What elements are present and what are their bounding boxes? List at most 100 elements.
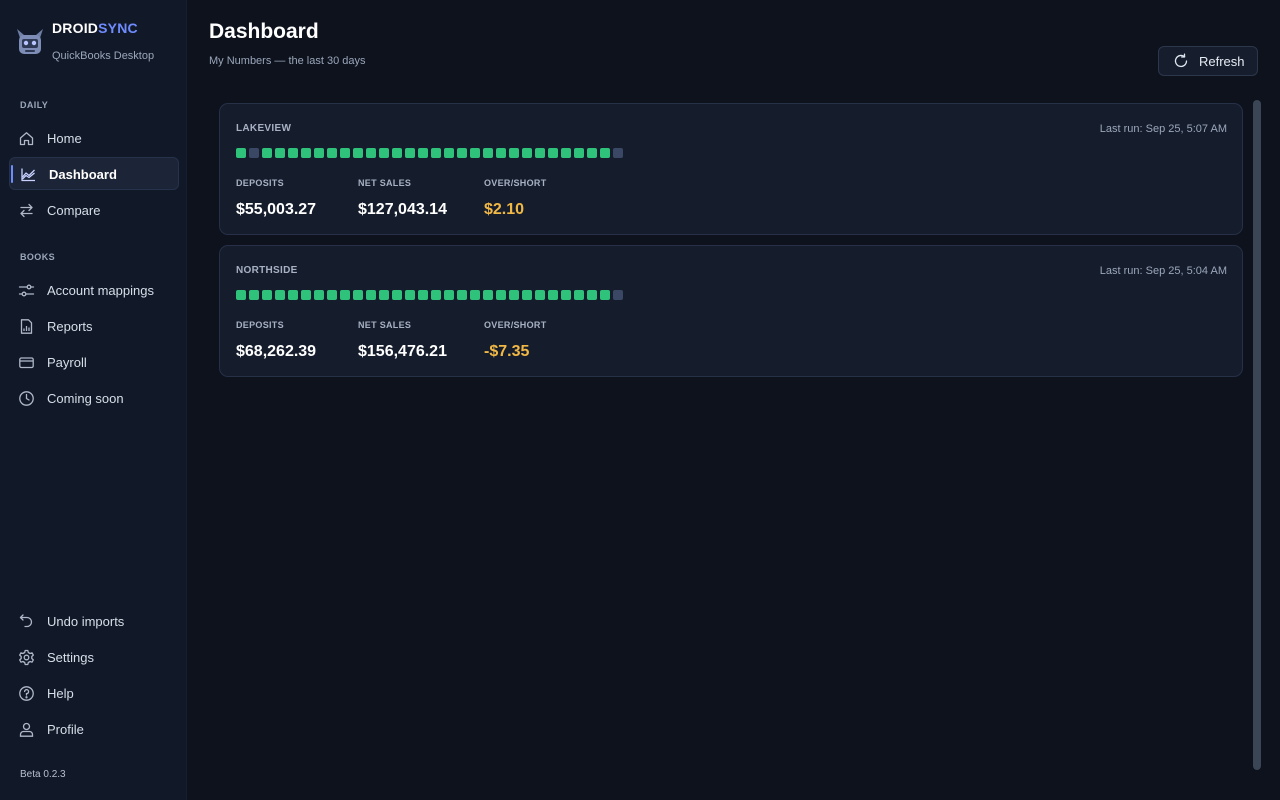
sidebar-item-profile[interactable]: Profile (8, 713, 178, 746)
day-status-ok (327, 148, 337, 158)
stat-label: OVER/SHORT (484, 320, 547, 330)
day-status-ok (600, 290, 610, 300)
day-status-ok (496, 290, 506, 300)
day-status-ok (522, 148, 532, 158)
sidebar-item-label: Account mappings (47, 283, 154, 298)
day-status-ok (288, 290, 298, 300)
sidebar-item-payroll[interactable]: Payroll (8, 346, 178, 379)
sidebar-item-coming-soon[interactable]: Coming soon (8, 382, 178, 415)
sidebar-item-undo-imports[interactable]: Undo imports (8, 605, 178, 638)
stat-label: DEPOSITS (236, 320, 284, 330)
sidebar-item-label: Home (47, 131, 82, 146)
day-status-ok (379, 148, 389, 158)
daily-status-strip (236, 148, 623, 158)
day-status-ok (288, 148, 298, 158)
refresh-button[interactable]: Refresh (1158, 46, 1258, 76)
sliders-icon (18, 282, 35, 299)
day-status-ok (587, 148, 597, 158)
day-status-missing (613, 290, 623, 300)
day-status-ok (457, 290, 467, 300)
day-status-ok (236, 290, 246, 300)
day-status-ok (509, 290, 519, 300)
deposits-value: $68,262.39 (236, 343, 317, 360)
over-short-stat: OVER/SHORT -$7.35 (484, 320, 547, 361)
last-run-timestamp: Last run: Sep 25, 5:04 AM (1099, 265, 1227, 277)
day-status-ok (353, 290, 363, 300)
day-status-ok (262, 290, 272, 300)
day-status-ok (496, 148, 506, 158)
sidebar-item-home[interactable]: Home (8, 122, 178, 155)
sidebar-item-label: Payroll (47, 355, 87, 370)
sidebar-item-label: Coming soon (47, 391, 124, 406)
brand-subtitle: QuickBooks Desktop (52, 50, 155, 62)
card-icon (18, 354, 35, 371)
sidebar: DROIDSYNC QuickBooks Desktop DAILY Home … (0, 0, 187, 800)
sidebar-item-help[interactable]: Help (8, 677, 178, 710)
day-status-ok (561, 290, 571, 300)
net-sales-value: $127,043.14 (358, 201, 447, 218)
net-sales-value: $156,476.21 (358, 343, 447, 360)
brand-name-accent: SYNC (98, 20, 138, 36)
undo-icon (18, 613, 35, 630)
clock-icon (18, 390, 35, 407)
sidebar-item-account-mappings[interactable]: Account mappings (8, 274, 178, 307)
day-status-ok (600, 148, 610, 158)
day-status-ok (444, 290, 454, 300)
day-status-ok (301, 290, 311, 300)
day-status-ok (535, 148, 545, 158)
day-status-ok (392, 290, 402, 300)
day-status-ok (431, 290, 441, 300)
day-status-ok (314, 148, 324, 158)
store-name: LAKEVIEW (236, 123, 292, 134)
sidebar-item-settings[interactable]: Settings (8, 641, 178, 674)
sidebar-item-label: Undo imports (47, 614, 125, 629)
day-status-ok (236, 148, 246, 158)
brand[interactable]: DROIDSYNC QuickBooks Desktop (14, 18, 184, 68)
page-title: Dashboard (209, 20, 319, 43)
store-card-lakeview: LAKEVIEW Last run: Sep 25, 5:07 AM DEPOS… (219, 103, 1243, 235)
day-status-ok (470, 290, 480, 300)
stat-label: NET SALES (358, 320, 412, 330)
day-status-ok (275, 148, 285, 158)
day-status-ok (340, 148, 350, 158)
day-status-ok (275, 290, 285, 300)
daily-status-strip (236, 290, 623, 300)
refresh-icon (1173, 53, 1189, 69)
day-status-ok (327, 290, 337, 300)
sidebar-item-compare[interactable]: Compare (8, 194, 178, 227)
day-status-ok (483, 148, 493, 158)
store-card-northside: NORTHSIDE Last run: Sep 25, 5:04 AM DEPO… (219, 245, 1243, 377)
day-status-ok (483, 290, 493, 300)
sidebar-item-label: Help (47, 686, 74, 701)
sidebar-item-label: Reports (47, 319, 93, 334)
deposits-stat: DEPOSITS $68,262.39 (236, 320, 316, 361)
day-status-ok (457, 148, 467, 158)
day-status-ok (522, 290, 532, 300)
over-short-stat: OVER/SHORT $2.10 (484, 178, 547, 219)
stat-label: OVER/SHORT (484, 178, 547, 188)
sidebar-item-dashboard[interactable]: Dashboard (9, 157, 179, 190)
swap-icon (18, 202, 35, 219)
day-status-ok (262, 148, 272, 158)
day-status-missing (613, 148, 623, 158)
report-icon (18, 318, 35, 335)
day-status-ok (418, 290, 428, 300)
scrollbar[interactable] (1253, 100, 1261, 770)
help-icon (18, 685, 35, 702)
sidebar-item-label: Dashboard (49, 167, 117, 182)
day-status-ok (535, 290, 545, 300)
store-name: NORTHSIDE (236, 265, 298, 276)
day-status-ok (366, 148, 376, 158)
day-status-missing (249, 148, 259, 158)
day-status-ok (587, 290, 597, 300)
brand-name-primary: DROID (52, 20, 99, 36)
page-subtitle: My Numbers — the last 30 days (209, 55, 366, 67)
day-status-ok (509, 148, 519, 158)
day-status-ok (366, 290, 376, 300)
chart-icon (20, 166, 37, 183)
gear-icon (18, 649, 35, 666)
day-status-ok (353, 148, 363, 158)
refresh-button-label: Refresh (1199, 54, 1245, 69)
day-status-ok (574, 290, 584, 300)
sidebar-item-reports[interactable]: Reports (8, 310, 178, 343)
